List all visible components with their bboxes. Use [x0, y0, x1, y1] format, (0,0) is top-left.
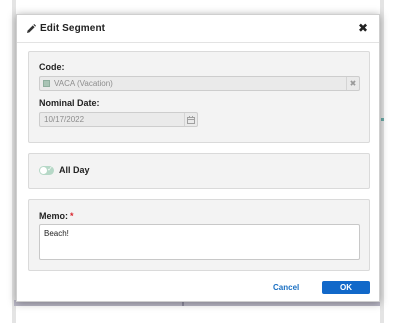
memo-textarea[interactable]: Beach! — [39, 224, 360, 260]
close-icon[interactable]: ✖ — [357, 21, 369, 35]
all-day-label: All Day — [59, 165, 90, 175]
check-icon: ✓ — [47, 166, 53, 173]
all-day-toggle[interactable]: ✓ — [39, 166, 54, 175]
calendar-icon[interactable] — [184, 113, 197, 126]
memo-value: Beach! — [44, 229, 69, 238]
dialog-title: Edit Segment — [40, 23, 106, 34]
cancel-button[interactable]: Cancel — [273, 283, 299, 292]
edit-segment-dialog: Edit Segment ✖ Code: VACA (Vacation) ✖ N… — [16, 14, 380, 302]
pencil-icon — [25, 23, 36, 34]
segment-details-panel: Code: VACA (Vacation) ✖ Nominal Date: 10… — [28, 51, 370, 143]
nominal-date-value: 10/17/2022 — [44, 115, 85, 124]
clear-code-icon[interactable]: ✖ — [346, 77, 359, 90]
ok-button[interactable]: OK — [322, 281, 370, 294]
dialog-header: Edit Segment ✖ — [17, 15, 379, 43]
code-color-swatch — [43, 80, 50, 87]
all-day-panel: ✓ All Day — [28, 153, 370, 189]
memo-label-text: Memo: — [39, 211, 68, 221]
nominal-date-field[interactable]: 10/17/2022 — [39, 112, 198, 127]
memo-panel: Memo: * Beach! — [28, 199, 370, 271]
required-mark: * — [70, 211, 74, 221]
nominal-date-label: Nominal Date: — [39, 98, 100, 108]
backdrop-marker — [381, 118, 384, 121]
code-value: VACA (Vacation) — [54, 79, 113, 88]
code-select[interactable]: VACA (Vacation) ✖ — [39, 76, 360, 91]
backdrop-right-edge — [380, 0, 384, 323]
code-label: Code: — [39, 62, 65, 72]
memo-label: Memo: * — [39, 211, 74, 221]
toggle-knob — [40, 167, 47, 174]
